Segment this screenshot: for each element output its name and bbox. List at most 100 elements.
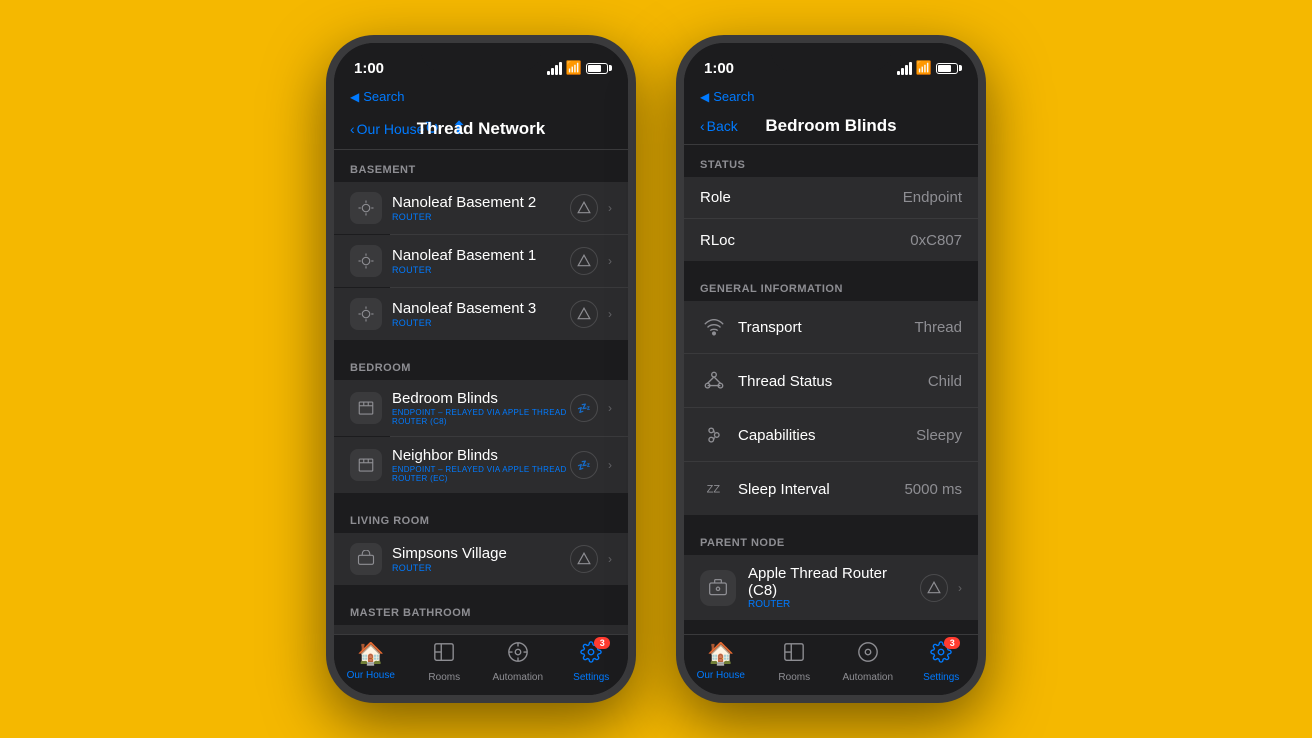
item-content: Nanoleaf Basement 1 ROUTER: [392, 247, 570, 275]
tab-label-automation: Automation: [492, 672, 543, 683]
item-name: Nanoleaf Basement 3: [392, 300, 570, 317]
tab-settings[interactable]: 3 Settings: [555, 641, 629, 683]
list-item[interactable]: Nanoleaf Basement 2 ROUTER ›: [334, 182, 628, 234]
capabilities-row: Capabilities Sleepy: [684, 409, 978, 462]
back-button-left[interactable]: ‹ Our House: [350, 121, 424, 137]
tab-label-automation: Automation: [842, 672, 893, 683]
parent-router-icon: [920, 574, 948, 602]
chevron-icon: ›: [608, 307, 612, 321]
tab-automation-right[interactable]: Automation: [831, 641, 905, 683]
back-arrow-icon: ◀: [700, 90, 709, 104]
tab-label-settings: Settings: [923, 672, 959, 683]
back-button-right[interactable]: ‹ Back: [700, 118, 738, 134]
device-icon: [350, 543, 382, 575]
section-header-master-bathroom: MASTER BATHROOM: [334, 593, 628, 625]
item-status: ›: [570, 194, 612, 222]
parent-section: PARENT NODE Apple Thread Router (C8) ROU…: [684, 523, 978, 620]
chevron-icon: ›: [608, 552, 612, 566]
item-content: Neighbor Blinds ENDPOINT – RELAYED VIA A…: [392, 447, 570, 483]
thread-status-icon: [700, 367, 728, 395]
section-living-room: LIVING ROOM Simpsons Village ROUTER ›: [334, 501, 628, 585]
list-item[interactable]: Neighbor Blinds ENDPOINT – RELAYED VIA A…: [334, 437, 628, 493]
chevron-icon: ›: [608, 201, 612, 215]
parent-item-subtitle: ROUTER: [748, 599, 920, 610]
list-item[interactable]: Master Bathroom Blinds ENDPOINT – RELAYE…: [334, 625, 628, 634]
device-icon: [350, 449, 382, 481]
nav-title-left: Thread Network: [417, 119, 545, 138]
house-icon: 🏠: [707, 641, 734, 667]
parent-icon: [700, 570, 736, 606]
item-subtitle: ENDPOINT – RELAYED VIA APPLE THREAD ROUT…: [392, 465, 570, 483]
tab-label-rooms: Rooms: [428, 672, 460, 683]
search-bar-right[interactable]: ◀ Search: [684, 87, 978, 110]
list-item[interactable]: Nanoleaf Basement 3 ROUTER ›: [334, 288, 628, 340]
chevron-icon: ›: [608, 458, 612, 472]
role-row: Role Endpoint: [684, 177, 978, 219]
tab-rooms-right[interactable]: Rooms: [758, 641, 832, 683]
status-section: STATUS Role Endpoint RLoc 0xC807: [684, 145, 978, 261]
automation-icon: [857, 641, 879, 669]
signal-icon: [547, 62, 562, 75]
tab-our-house[interactable]: 🏠 Our House: [334, 641, 408, 683]
rooms-icon: [433, 641, 455, 669]
tab-automation[interactable]: Automation: [481, 641, 555, 683]
tab-bar-left: 🏠 Our House Rooms Automation 3: [334, 634, 628, 695]
router-status-icon: [570, 545, 598, 573]
search-back-right[interactable]: Search: [713, 89, 754, 104]
sleep-status-icon: 💤: [570, 451, 598, 479]
back-label-right[interactable]: Back: [707, 118, 738, 134]
general-section: GENERAL INFORMATION Transport Thread: [684, 269, 978, 515]
capabilities-value: Sleepy: [916, 427, 962, 444]
device-icon: [350, 392, 382, 424]
item-content: Bedroom Blinds ENDPOINT – RELAYED VIA AP…: [392, 390, 570, 426]
tab-label-rooms: Rooms: [778, 672, 810, 683]
section-master-bathroom: MASTER BATHROOM Master Bathroom Blinds E…: [334, 593, 628, 634]
rloc-row: RLoc 0xC807: [684, 220, 978, 261]
section-header-parent: PARENT NODE: [684, 523, 978, 555]
item-name: Bedroom Blinds: [392, 390, 570, 407]
tab-label-house: Our House: [697, 670, 745, 681]
thread-status-value: Child: [928, 373, 962, 390]
wifi-icon: 📶: [916, 60, 932, 76]
section-header-bedroom: BEDROOM: [334, 348, 628, 380]
back-label-left[interactable]: Our House: [357, 121, 425, 137]
list-item[interactable]: Simpsons Village ROUTER ›: [334, 533, 628, 585]
item-subtitle: ENDPOINT – RELAYED VIA APPLE THREAD ROUT…: [392, 408, 570, 426]
item-subtitle: ROUTER: [392, 265, 570, 275]
tab-our-house-right[interactable]: 🏠 Our House: [684, 641, 758, 683]
item-name: Nanoleaf Basement 1: [392, 247, 570, 264]
search-back-left[interactable]: Search: [363, 89, 404, 104]
capabilities-icon: [700, 421, 728, 449]
detail-group: Role Endpoint RLoc 0xC807: [684, 177, 978, 261]
item-subtitle: ROUTER: [392, 318, 570, 328]
search-bar-left[interactable]: ◀ Search: [334, 87, 628, 110]
item-subtitle: ROUTER: [392, 212, 570, 222]
svg-text:ZZ: ZZ: [707, 484, 721, 496]
back-chevron-icon: ‹: [350, 121, 355, 137]
role-value: Endpoint: [903, 189, 962, 206]
status-bar-left: 1:00 📶: [334, 43, 628, 87]
device-detail-content: STATUS Role Endpoint RLoc 0xC807 GENERAL…: [684, 145, 978, 634]
role-label: Role: [700, 189, 731, 206]
parent-node-item[interactable]: Apple Thread Router (C8) ROUTER ›: [684, 555, 978, 620]
tab-rooms[interactable]: Rooms: [408, 641, 482, 683]
item-subtitle: ROUTER: [392, 563, 570, 573]
device-icon: [350, 245, 382, 277]
tab-settings-right[interactable]: 3 Settings: [905, 641, 979, 683]
list-item[interactable]: Nanoleaf Basement 1 ROUTER ›: [334, 235, 628, 287]
time-left: 1:00: [354, 60, 384, 77]
device-icon: [350, 298, 382, 330]
thread-status-row: Thread Status Child: [684, 355, 978, 408]
thread-status-label: Thread Status: [700, 367, 832, 395]
tab-label-house: Our House: [347, 670, 395, 681]
section-header-basement: BASEMENT: [334, 150, 628, 182]
signal-icon: [897, 62, 912, 75]
thread-network-list: BASEMENT Nanoleaf Basement 2 ROUTER ›: [334, 150, 628, 634]
list-item[interactable]: Bedroom Blinds ENDPOINT – RELAYED VIA AP…: [334, 380, 628, 436]
section-basement: BASEMENT Nanoleaf Basement 2 ROUTER ›: [334, 150, 628, 340]
item-status: ›: [570, 545, 612, 573]
chevron-icon: ›: [608, 254, 612, 268]
parent-item-content: Apple Thread Router (C8) ROUTER: [748, 565, 920, 610]
parent-chevron-icon: ›: [958, 581, 962, 595]
item-content: Simpsons Village ROUTER: [392, 545, 570, 573]
